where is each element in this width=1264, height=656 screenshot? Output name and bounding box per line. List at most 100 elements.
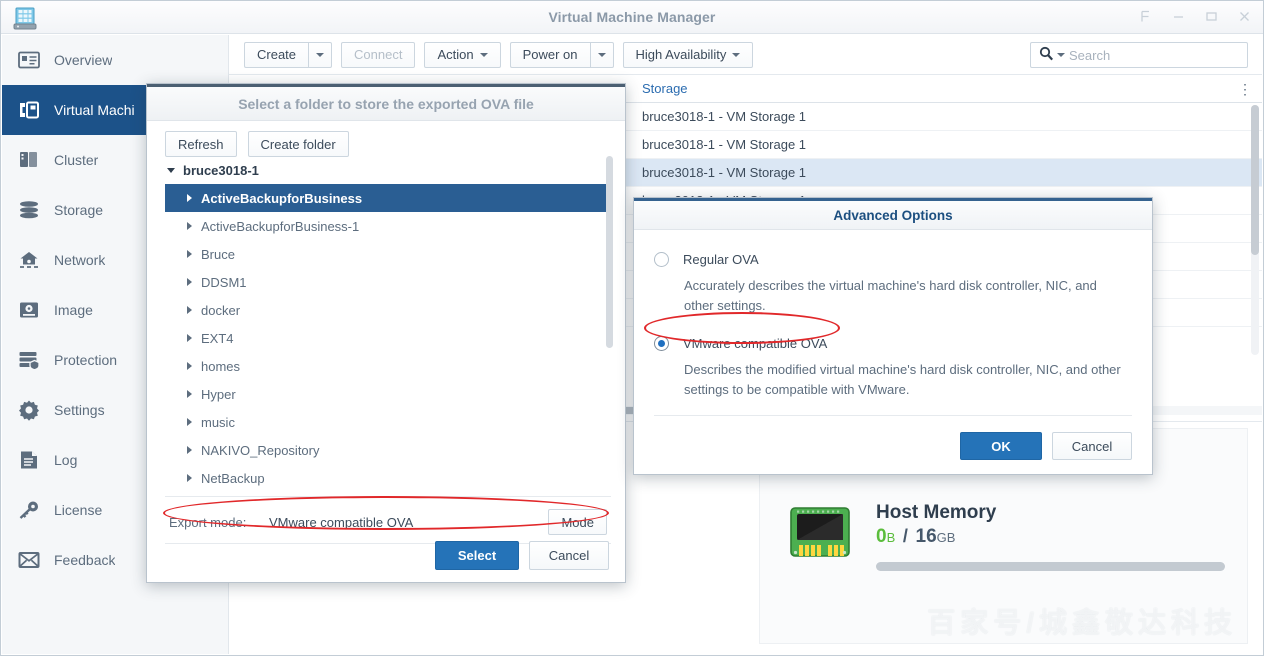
tree-node-activebackupforbusiness[interactable]: ActiveBackupforBusiness (165, 184, 611, 212)
tree-node-ddsm1[interactable]: DDSM1 (165, 268, 613, 296)
tree-node-docker[interactable]: docker (165, 296, 613, 324)
action-button-label: Action (437, 47, 473, 62)
minimize-button[interactable] (1170, 8, 1187, 25)
folder-select-dialog: Select a folder to store the exported OV… (146, 83, 626, 583)
envelope-icon (16, 547, 42, 573)
export-mode-label: Export mode: (169, 515, 269, 530)
tree-node-music[interactable]: music (165, 408, 613, 436)
advanced-cancel-button[interactable]: Cancel (1052, 432, 1132, 460)
divider (654, 415, 1132, 416)
radio-option-vmware-compatible-ova[interactable]: VMware compatible OVA (654, 330, 1126, 356)
radio-dot (658, 256, 665, 263)
chevron-right-icon[interactable] (187, 446, 192, 454)
create-folder-button[interactable]: Create folder (248, 131, 349, 157)
advanced-dialog-body: Regular OVA Accurately describes the vir… (634, 230, 1152, 401)
ok-button[interactable]: OK (960, 432, 1042, 460)
mode-button[interactable]: Mode (548, 509, 607, 535)
sidebar-item-label: Virtual Machi (54, 102, 135, 118)
advanced-dialog-title: Advanced Options (833, 208, 952, 223)
chevron-right-icon[interactable] (187, 362, 192, 370)
refresh-button[interactable]: Refresh (165, 131, 237, 157)
host-memory-values: 0B / 16GB (876, 526, 1225, 548)
memory-total-number: 16 (916, 526, 937, 547)
sidebar-item-label: Log (54, 452, 77, 468)
power-on-dropdown-arrow[interactable] (590, 42, 614, 68)
action-button-group: Action (424, 42, 500, 68)
gear-icon (16, 397, 42, 423)
tree-node-activebackupforbusiness-1[interactable]: ActiveBackupforBusiness-1 (165, 212, 613, 240)
radio-button-vmware-compatible-ova[interactable] (654, 336, 669, 351)
folder-dialog-titlebar: Select a folder to store the exported OV… (147, 84, 625, 121)
tree-node-hyper[interactable]: Hyper (165, 380, 613, 408)
sidebar-item-overview[interactable]: Overview (2, 35, 228, 85)
cancel-button[interactable]: Cancel (529, 541, 609, 570)
radio-button-regular-ova[interactable] (654, 252, 669, 267)
key-icon (16, 497, 42, 523)
tree-node-label: Bruce (201, 247, 235, 262)
power-on-button[interactable]: Power on (510, 42, 590, 68)
chevron-right-icon[interactable] (187, 222, 192, 230)
tree-node-label: ActiveBackupforBusiness (201, 191, 362, 206)
chevron-right-icon[interactable] (187, 306, 192, 314)
tree-node-root[interactable]: bruce3018-1 (165, 156, 613, 184)
virtual-machine-icon (16, 97, 42, 123)
tree-node-bruce[interactable]: Bruce (165, 240, 613, 268)
table-vertical-scrollbar-thumb[interactable] (1251, 105, 1259, 255)
action-button[interactable]: Action (424, 42, 500, 68)
search-icon (1039, 46, 1054, 64)
tree-node-label: bruce3018-1 (183, 163, 259, 178)
advanced-dialog-footer: OK Cancel (960, 432, 1132, 460)
connect-button[interactable]: Connect (341, 42, 415, 68)
tree-node-label: music (201, 415, 235, 430)
create-button[interactable]: Create (244, 42, 308, 68)
table-vertical-scrollbar[interactable] (1251, 105, 1259, 355)
memory-used-unit: B (887, 530, 896, 545)
high-availability-button[interactable]: High Availability (623, 42, 754, 68)
select-button[interactable]: Select (435, 541, 519, 570)
tree-node-ext4[interactable]: EXT4 (165, 324, 613, 352)
tree-node-label: EXT4 (201, 331, 234, 346)
radio-label-vmware-compatible-ova: VMware compatible OVA (683, 336, 827, 351)
folder-tree-scrollbar-thumb[interactable] (606, 156, 613, 348)
tree-node-homes[interactable]: homes (165, 352, 613, 380)
folder-tree-scrollbar[interactable] (606, 156, 613, 474)
cell-storage: bruce3018-1 - VM Storage 1 (629, 137, 869, 152)
cell-storage: bruce3018-1 - VM Storage 1 (629, 165, 869, 180)
chevron-right-icon[interactable] (187, 418, 192, 426)
create-dropdown-arrow[interactable] (308, 42, 332, 68)
chevron-right-icon[interactable] (187, 250, 192, 258)
close-button[interactable] (1236, 8, 1253, 25)
help-button[interactable] (1137, 8, 1154, 25)
radio-dot (658, 340, 665, 347)
tree-node-label: docker (201, 303, 240, 318)
chevron-right-icon[interactable] (187, 474, 192, 482)
tree-node-label: ActiveBackupforBusiness-1 (201, 219, 359, 234)
chevron-right-icon[interactable] (187, 278, 192, 286)
image-icon (16, 297, 42, 323)
sidebar-item-label: Image (54, 302, 93, 318)
chevron-right-icon[interactable] (187, 194, 192, 202)
chevron-down-icon[interactable] (167, 168, 175, 173)
column-options-icon[interactable]: ⋮ (1238, 82, 1252, 96)
tree-node-netbackup[interactable]: NetBackup (165, 464, 613, 486)
chevron-right-icon[interactable] (187, 334, 192, 342)
search-input[interactable]: Search (1069, 48, 1110, 63)
search-box[interactable]: Search (1030, 42, 1248, 68)
column-header-storage[interactable]: Storage (629, 81, 829, 96)
window-title: Virtual Machine Manager (1, 9, 1263, 25)
tree-node-label: homes (201, 359, 240, 374)
create-button-group: Create (244, 42, 332, 68)
radio-option-regular-ova[interactable]: Regular OVA (654, 246, 1126, 272)
advanced-options-dialog: Advanced Options Regular OVA Accurately … (633, 197, 1153, 475)
window-titlebar: Virtual Machine Manager (1, 1, 1263, 34)
chevron-down-icon (480, 53, 488, 57)
folder-tree: bruce3018-1 ActiveBackupforBusiness Acti… (165, 156, 613, 486)
sidebar-item-label: Overview (54, 52, 112, 68)
search-filter-chevron-icon[interactable] (1057, 53, 1065, 57)
sidebar-item-label: Storage (54, 202, 103, 218)
tree-node-label: Hyper (201, 387, 236, 402)
tree-node-nakivo-repository[interactable]: NAKIVO_Repository (165, 436, 613, 464)
chevron-right-icon[interactable] (187, 390, 192, 398)
maximize-button[interactable] (1203, 8, 1220, 25)
memory-total-unit: GB (937, 530, 956, 545)
